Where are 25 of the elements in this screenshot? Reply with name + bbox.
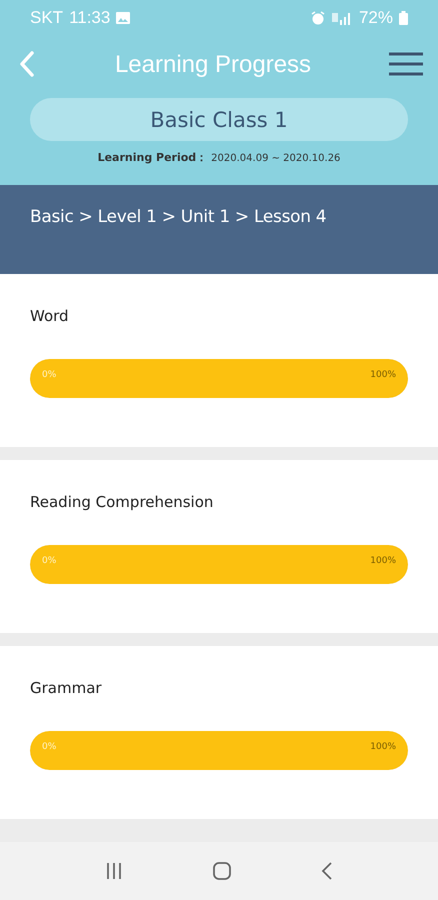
end-percent: 100%	[370, 742, 396, 752]
end-percent: 100%	[370, 556, 396, 566]
carrier-text: SKT	[30, 8, 64, 28]
section-title: Grammar	[30, 679, 103, 699]
alarm-icon	[310, 10, 325, 24]
section-title: Reading Comprehension	[30, 493, 214, 513]
breadcrumb-text: Basic > Level 1 > Unit 1 > Lesson 4	[30, 206, 328, 229]
end-percent: 100%	[370, 370, 396, 380]
class-name-pill: Basic Class 1	[30, 98, 408, 141]
recent-apps-icon[interactable]	[104, 862, 123, 880]
home-icon[interactable]	[212, 861, 232, 881]
section-title: Word	[30, 307, 70, 327]
start-percent: 0%	[42, 742, 56, 752]
battery-icon	[399, 10, 408, 24]
image-icon	[116, 12, 130, 24]
page-title: Learning Progress	[114, 51, 312, 79]
back-icon[interactable]	[321, 862, 334, 880]
start-percent: 0%	[42, 556, 56, 566]
period-dates: 2020.04.09 ~ 2020.10.26	[211, 153, 340, 164]
status-time: 11:33	[69, 8, 110, 28]
start-percent: 0%	[42, 370, 56, 380]
battery-text: 72%	[358, 8, 393, 28]
signal-icon	[330, 10, 353, 24]
menu-button[interactable]	[388, 52, 424, 78]
period-label: Learning Period：	[98, 150, 208, 165]
